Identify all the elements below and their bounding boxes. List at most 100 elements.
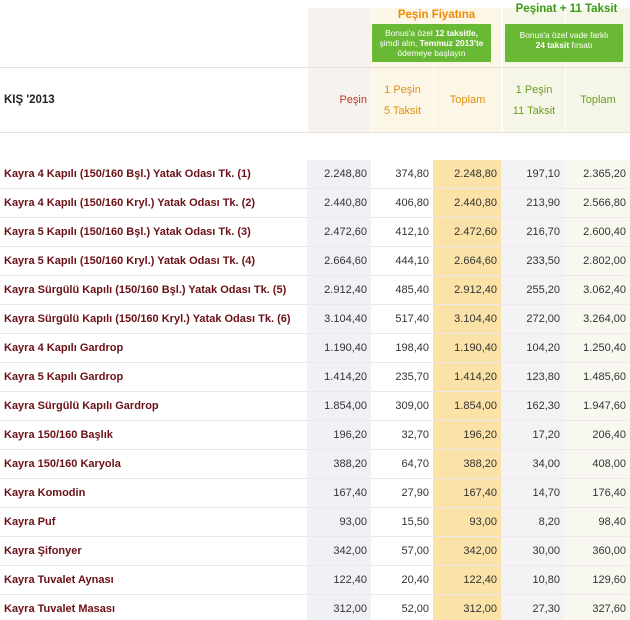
- column-header-line: 5 Taksit: [383, 105, 422, 117]
- price-1-pesin-5-taksit: 15,50: [371, 508, 433, 536]
- price-toplam-1: 388,20: [433, 450, 501, 478]
- column-header-line: 1 Peşin: [384, 84, 421, 96]
- price-toplam-2: 3.264,00: [564, 305, 630, 333]
- table-row: Kayra 5 Kapılı (150/160 Kryl.) Yatak Oda…: [0, 247, 630, 276]
- price-1-pesin-5-taksit: 374,80: [371, 160, 433, 188]
- price-1-pesin-11-taksit: 34,00: [501, 450, 564, 478]
- price-toplam-2: 2.365,20: [564, 160, 630, 188]
- price-1-pesin-5-taksit: 406,80: [371, 189, 433, 217]
- product-name[interactable]: Kayra Sürgülü Kapılı (150/160 Kryl.) Yat…: [0, 305, 307, 333]
- price-toplam-2: 176,40: [564, 479, 630, 507]
- price-1-pesin-5-taksit: 444,10: [371, 247, 433, 275]
- price-toplam-1: 196,20: [433, 421, 501, 449]
- product-name[interactable]: Kayra 5 Kapılı (150/160 Bşl.) Yatak Odas…: [0, 218, 307, 246]
- column-header-1-pesin-5-taksit: 1 Peşin 5 Taksit: [372, 80, 433, 122]
- price-toplam-2: 2.802,00: [564, 247, 630, 275]
- table-row: Kayra Tuvalet Aynası 122,40 20,40 122,40 10,…: [0, 566, 630, 595]
- price-toplam-2: 360,00: [564, 537, 630, 565]
- promo-text-bold: 24 taksit: [535, 40, 570, 50]
- price-1-pesin-11-taksit: 272,00: [501, 305, 564, 333]
- price-toplam-1: 1.854,00: [433, 392, 501, 420]
- promo-text-bold: Temmuz 2013'te: [419, 38, 484, 48]
- product-name[interactable]: Kayra 4 Kapılı Gardrop: [0, 334, 307, 362]
- price-1-pesin-11-taksit: 233,50: [501, 247, 564, 275]
- price-toplam-1: 1.414,20: [433, 363, 501, 391]
- price-1-pesin-5-taksit: 32,70: [371, 421, 433, 449]
- product-name[interactable]: Kayra Komodin: [0, 479, 307, 507]
- price-toplam-1: 312,00: [433, 595, 501, 620]
- price-1-pesin-5-taksit: 412,10: [371, 218, 433, 246]
- table-row: Kayra 5 Kapılı (150/160 Bşl.) Yatak Odas…: [0, 218, 630, 247]
- product-name[interactable]: Kayra Şifonyer: [0, 537, 307, 565]
- price-1-pesin-5-taksit: 198,40: [371, 334, 433, 362]
- table-row: Kayra 150/160 Başlık 196,20 32,70 196,20 17,…: [0, 421, 630, 450]
- price-toplam-2: 1.250,40: [564, 334, 630, 362]
- price-pesin: 122,40: [307, 566, 371, 594]
- product-name[interactable]: Kayra 5 Kapılı (150/160 Kryl.) Yatak Oda…: [0, 247, 307, 275]
- promo-banner-pesinat: Bonus'a özel vade farklı 24 taksit fırsa…: [505, 24, 623, 62]
- product-name[interactable]: Kayra 5 Kapılı Gardrop: [0, 363, 307, 391]
- column-header-toplam-2: Toplam: [580, 94, 616, 106]
- price-1-pesin-5-taksit: 64,70: [371, 450, 433, 478]
- price-toplam-1: 122,40: [433, 566, 501, 594]
- product-name[interactable]: Kayra 4 Kapılı (150/160 Kryl.) Yatak Oda…: [0, 189, 307, 217]
- price-1-pesin-11-taksit: 17,20: [501, 421, 564, 449]
- table-row: Kayra Tuvalet Masası 312,00 52,00 312,00 27,…: [0, 595, 630, 620]
- product-name[interactable]: Kayra Puf: [0, 508, 307, 536]
- price-1-pesin-5-taksit: 52,00: [371, 595, 433, 620]
- product-name[interactable]: Kayra 150/160 Karyola: [0, 450, 307, 478]
- product-name[interactable]: Kayra 4 Kapılı (150/160 Bşl.) Yatak Odas…: [0, 160, 307, 188]
- price-1-pesin-5-taksit: 20,40: [371, 566, 433, 594]
- price-1-pesin-11-taksit: 27,30: [501, 595, 564, 620]
- table-row: Kayra Sürgülü Kapılı (150/160 Bşl.) Yata…: [0, 276, 630, 305]
- price-1-pesin-11-taksit: 30,00: [501, 537, 564, 565]
- price-1-pesin-11-taksit: 216,70: [501, 218, 564, 246]
- table-row: Kayra Sürgülü Kapılı (150/160 Kryl.) Yat…: [0, 305, 630, 334]
- table-row: Kayra Sürgülü Kapılı Gardrop 1.854,00 309,…: [0, 392, 630, 421]
- price-1-pesin-11-taksit: 10,80: [501, 566, 564, 594]
- price-1-pesin-11-taksit: 213,90: [501, 189, 564, 217]
- price-pesin: 312,00: [307, 595, 371, 620]
- price-1-pesin-11-taksit: 197,10: [501, 160, 564, 188]
- price-toplam-1: 1.190,40: [433, 334, 501, 362]
- promo-text: Bonus'a özel: [385, 28, 433, 38]
- price-pesin: 388,20: [307, 450, 371, 478]
- promo-text-bold: 12 taksitle,: [435, 28, 478, 38]
- price-toplam-1: 342,00: [433, 537, 501, 565]
- price-toplam-1: 2.248,80: [433, 160, 501, 188]
- column-header-line: 1 Peşin: [515, 84, 553, 96]
- product-name[interactable]: Kayra Tuvalet Masası: [0, 595, 307, 620]
- promo-text: ödemeye başlayın: [397, 48, 466, 58]
- product-name[interactable]: Kayra Tuvalet Aynası: [0, 566, 307, 594]
- table-row: Kayra 5 Kapılı Gardrop 1.414,20 235,70 1.41…: [0, 363, 630, 392]
- table-row: Kayra Komodin 167,40 27,90 167,40 14,70 176,4…: [0, 479, 630, 508]
- price-toplam-2: 1.947,60: [564, 392, 630, 420]
- price-toplam-2: 1.485,60: [564, 363, 630, 391]
- price-pesin: 1.414,20: [307, 363, 371, 391]
- column-header-1-pesin-11-taksit: 1 Peşin 11 Taksit: [503, 80, 565, 122]
- price-pesin: 3.104,40: [307, 305, 371, 333]
- price-1-pesin-11-taksit: 123,80: [501, 363, 564, 391]
- price-1-pesin-5-taksit: 27,90: [371, 479, 433, 507]
- price-1-pesin-11-taksit: 162,30: [501, 392, 564, 420]
- price-pesin: 1.854,00: [307, 392, 371, 420]
- product-name[interactable]: Kayra Sürgülü Kapılı (150/160 Bşl.) Yata…: [0, 276, 307, 304]
- price-1-pesin-5-taksit: 235,70: [371, 363, 433, 391]
- product-name[interactable]: Kayra 150/160 Başlık: [0, 421, 307, 449]
- price-pesin: 196,20: [307, 421, 371, 449]
- price-pesin: 342,00: [307, 537, 371, 565]
- price-pesin: 167,40: [307, 479, 371, 507]
- price-1-pesin-5-taksit: 485,40: [371, 276, 433, 304]
- promo-text: şimdi alın,: [379, 38, 418, 48]
- price-toplam-1: 2.912,40: [433, 276, 501, 304]
- price-1-pesin-11-taksit: 14,70: [501, 479, 564, 507]
- price-toplam-2: 408,00: [564, 450, 630, 478]
- price-1-pesin-5-taksit: 57,00: [371, 537, 433, 565]
- price-toplam-2: 327,60: [564, 595, 630, 620]
- table-row: Kayra 4 Kapılı (150/160 Kryl.) Yatak Oda…: [0, 189, 630, 218]
- price-toplam-2: 3.062,40: [564, 276, 630, 304]
- product-name[interactable]: Kayra Sürgülü Kapılı Gardrop: [0, 392, 307, 420]
- price-pesin: 2.440,80: [307, 189, 371, 217]
- table-row: Kayra Puf 93,00 15,50 93,00 8,20 98,40: [0, 508, 630, 537]
- group-title-pesin-fiyatina: Peşin Fiyatına: [397, 9, 476, 21]
